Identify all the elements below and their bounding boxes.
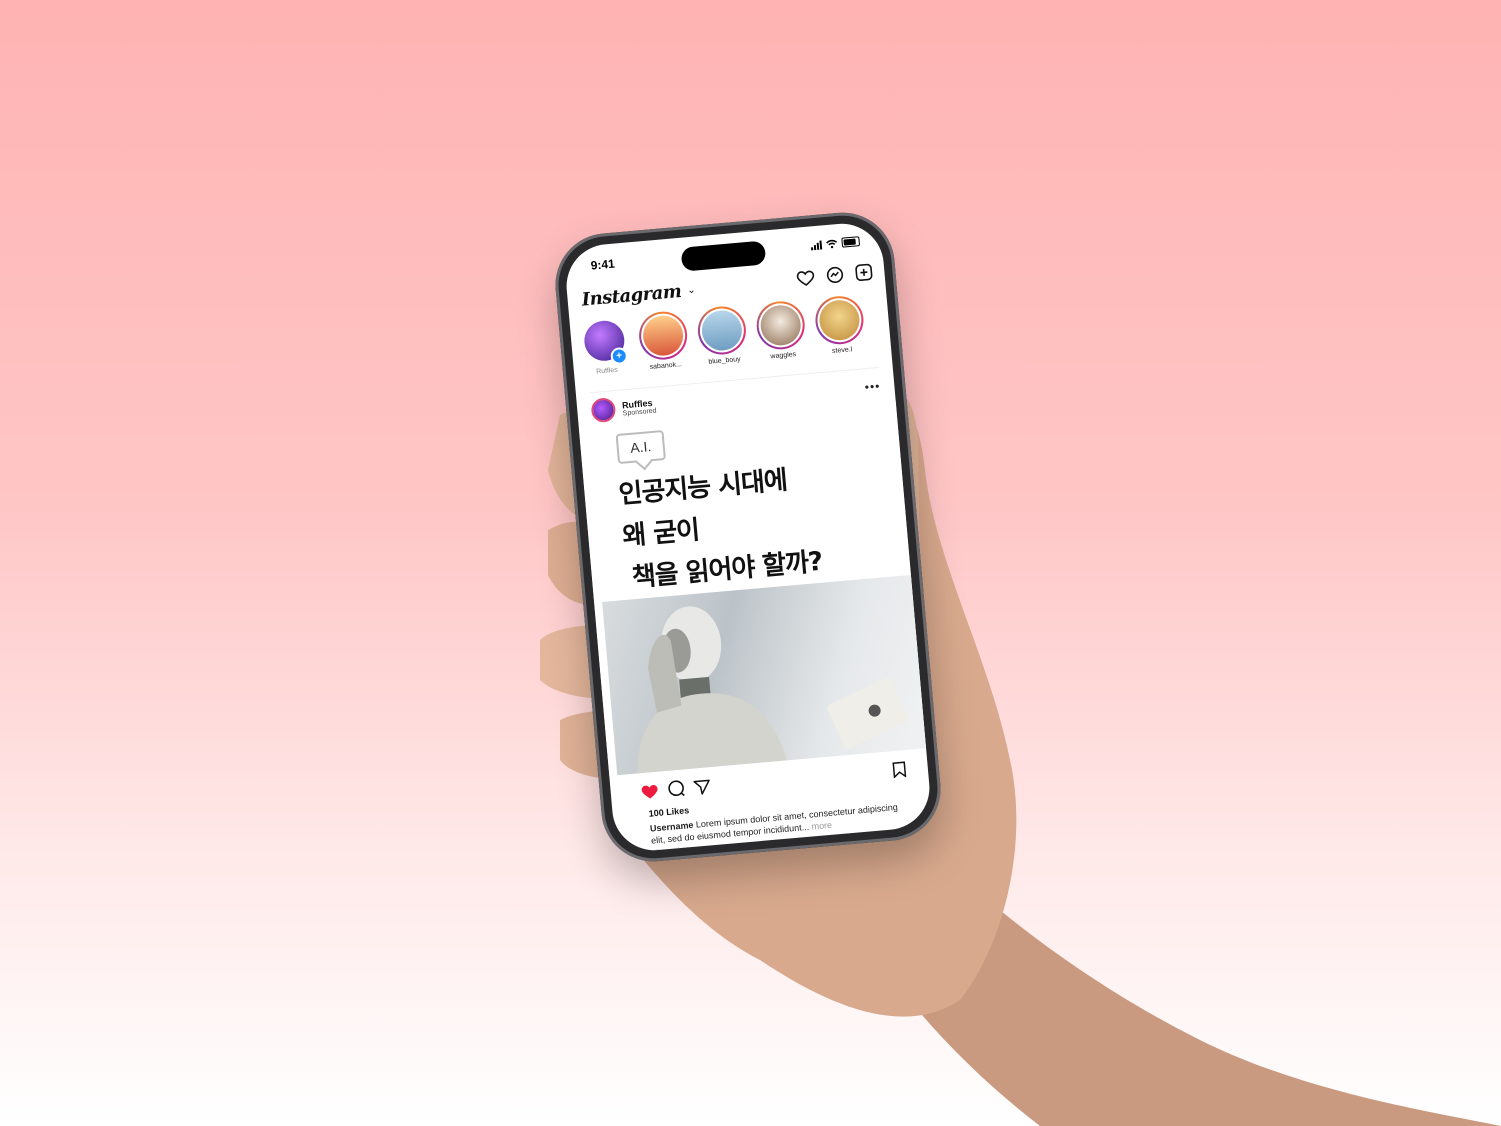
story-label: blue_bouy xyxy=(708,355,741,366)
story-label: steve.l xyxy=(831,346,853,355)
story-label: sabanok... xyxy=(649,361,683,371)
comment-icon[interactable] xyxy=(667,780,686,803)
story-item[interactable]: blue_bouy xyxy=(695,304,750,372)
header-actions xyxy=(796,263,874,292)
post-image[interactable]: A.I. 인공지능 시대에 왜 굳이 책을 읽어야 할까? xyxy=(578,399,927,776)
new-post-icon[interactable] xyxy=(855,263,874,286)
post-avatar[interactable] xyxy=(590,397,617,424)
caption-more-link[interactable]: more xyxy=(811,820,832,832)
wifi-icon xyxy=(826,239,838,248)
status-icons xyxy=(810,236,861,250)
messenger-icon[interactable] xyxy=(826,266,845,289)
signal-icon xyxy=(810,239,823,250)
story-ring xyxy=(754,299,807,352)
battery-icon xyxy=(841,236,861,248)
phone-screen: 9:41 Instagram ⌄ + Ruffles sabanok... bl… xyxy=(563,220,933,854)
status-time: 9:41 xyxy=(590,256,616,273)
avatar xyxy=(641,313,685,358)
robot-illustration xyxy=(637,606,909,774)
story-item[interactable]: sabanok... xyxy=(636,309,691,378)
phone-mockup: 9:41 Instagram ⌄ + Ruffles sabanok... bl… xyxy=(551,208,945,866)
story-label: waggles xyxy=(770,351,797,361)
robot-photo xyxy=(602,574,927,776)
speech-bubble-icon: A.I. xyxy=(615,429,666,465)
story-label: Ruffles xyxy=(595,366,619,376)
story-item[interactable]: waggles xyxy=(754,299,809,367)
story-item[interactable]: steve.l xyxy=(812,294,867,362)
bookmark-icon[interactable] xyxy=(892,760,907,783)
add-story-icon[interactable]: + xyxy=(610,346,629,366)
dynamic-island xyxy=(680,240,767,272)
chevron-down-icon[interactable]: ⌄ xyxy=(687,284,696,296)
avatar xyxy=(700,308,744,353)
story-ring xyxy=(637,309,690,362)
story-ring xyxy=(695,304,748,357)
more-options-icon[interactable]: ••• xyxy=(864,379,881,394)
post-headline: 인공지능 시대에 왜 굳이 책을 읽어야 할까? xyxy=(617,457,824,600)
story-item-own[interactable]: + Ruffles xyxy=(577,315,632,383)
post-meta: Ruffles Sponsored xyxy=(622,397,657,417)
avatar xyxy=(759,303,803,348)
story-ring xyxy=(813,294,866,347)
likes-count[interactable]: 100 Likes xyxy=(648,805,689,818)
like-icon[interactable] xyxy=(640,782,660,804)
share-icon[interactable] xyxy=(693,778,712,800)
avatar xyxy=(817,298,862,342)
phone-frame: 9:41 Instagram ⌄ + Ruffles sabanok... bl… xyxy=(551,208,945,866)
instagram-logo: Instagram xyxy=(580,280,683,311)
heart-icon[interactable] xyxy=(796,269,816,291)
